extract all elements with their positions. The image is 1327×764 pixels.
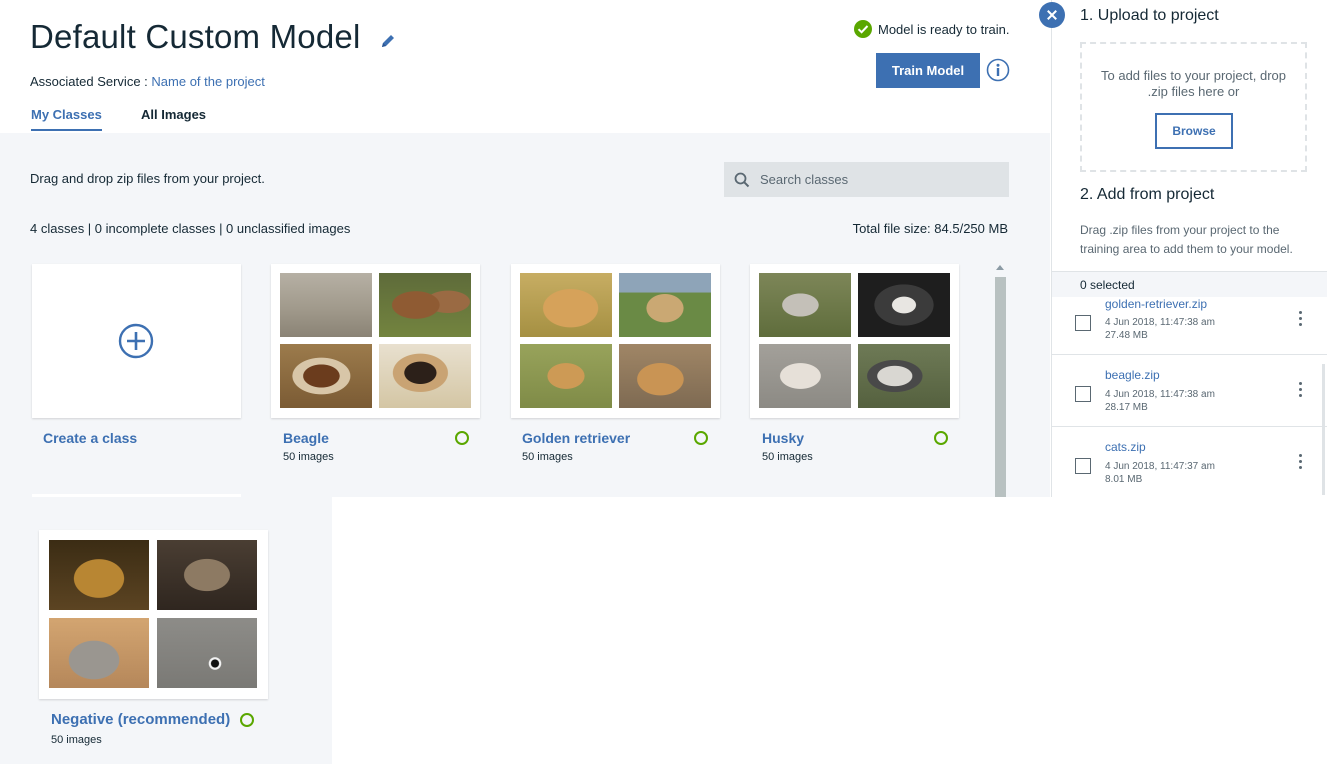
kebab-menu-icon[interactable] bbox=[1292, 309, 1308, 329]
cat-thumbnail bbox=[49, 618, 149, 688]
beagle-thumbnail bbox=[379, 344, 471, 408]
beagle-thumbnail bbox=[280, 344, 372, 408]
close-icon[interactable] bbox=[1039, 2, 1065, 28]
browse-button[interactable]: Browse bbox=[1155, 113, 1233, 149]
selected-count: 0 selected bbox=[1052, 271, 1327, 297]
classes-scrollbar[interactable] bbox=[994, 263, 1006, 497]
negative-class-area: Negative (recommended) 50 images bbox=[0, 497, 332, 764]
tab-my-classes[interactable]: My Classes bbox=[31, 107, 102, 131]
upload-step-title: 1. Upload to project bbox=[1080, 7, 1219, 24]
class-name-negative[interactable]: Negative (recommended) bbox=[51, 711, 230, 728]
drag-hint: Drag and drop zip files from your projec… bbox=[30, 171, 265, 186]
husky-thumbnail bbox=[759, 273, 851, 337]
file-checkbox[interactable] bbox=[1075, 315, 1091, 331]
classes-area: Drag and drop zip files from your projec… bbox=[0, 133, 1050, 497]
search-box[interactable] bbox=[724, 162, 1009, 197]
scrollbar-thumb[interactable] bbox=[995, 277, 1006, 497]
class-count-beagle: 50 images bbox=[283, 451, 334, 463]
cat-thumbnail bbox=[49, 540, 149, 610]
tab-all-images[interactable]: All Images bbox=[141, 107, 206, 122]
plus-circle-icon bbox=[118, 323, 154, 359]
class-count-negative: 50 images bbox=[51, 734, 102, 746]
train-model-button[interactable]: Train Model bbox=[876, 53, 980, 88]
complete-status-icon bbox=[934, 431, 948, 445]
golden-retriever-thumbnail bbox=[520, 344, 612, 408]
cat-thumbnail bbox=[157, 618, 257, 688]
class-count-husky: 50 images bbox=[762, 451, 813, 463]
class-card-golden-retriever[interactable] bbox=[511, 264, 720, 418]
info-icon[interactable] bbox=[986, 58, 1010, 82]
cat-thumbnail bbox=[157, 540, 257, 610]
class-card-negative[interactable] bbox=[39, 530, 268, 699]
associated-service-label: Associated Service : bbox=[30, 74, 148, 89]
husky-thumbnail bbox=[759, 344, 851, 408]
upload-panel: 1. Upload to project To add files to you… bbox=[1051, 0, 1327, 497]
add-from-project-description: Drag .zip files from your project to the… bbox=[1080, 223, 1293, 256]
class-card-husky[interactable] bbox=[750, 264, 959, 418]
add-from-project-title: 2. Add from project bbox=[1080, 186, 1215, 203]
total-file-size: Total file size: 84.5/250 MB bbox=[852, 221, 1008, 236]
project-link[interactable]: Name of the project bbox=[151, 74, 264, 89]
file-name[interactable]: beagle.zip bbox=[1105, 368, 1160, 382]
file-checkbox[interactable] bbox=[1075, 386, 1091, 402]
file-date: 4 Jun 2018, 11:47:37 am bbox=[1105, 461, 1215, 472]
husky-thumbnail bbox=[858, 273, 950, 337]
file-row[interactable]: golden-retriever.zip 4 Jun 2018, 11:47:3… bbox=[1052, 297, 1327, 355]
file-size: 27.48 MB bbox=[1105, 330, 1148, 341]
complete-status-icon bbox=[240, 713, 254, 727]
complete-status-icon bbox=[455, 431, 469, 445]
complete-status-icon bbox=[694, 431, 708, 445]
kebab-menu-icon[interactable] bbox=[1292, 452, 1308, 472]
beagle-thumbnail bbox=[379, 273, 471, 337]
file-size: 8.01 MB bbox=[1105, 474, 1143, 485]
file-size: 28.17 MB bbox=[1105, 402, 1148, 413]
file-checkbox[interactable] bbox=[1075, 458, 1091, 474]
check-circle-icon bbox=[854, 20, 872, 38]
class-count-golden-retriever: 50 images bbox=[522, 451, 573, 463]
golden-retriever-thumbnail bbox=[619, 273, 711, 337]
page-title: Default Custom Model bbox=[30, 18, 361, 55]
drop-zone[interactable]: To add files to your project, drop .zip … bbox=[1080, 42, 1307, 172]
edit-icon[interactable] bbox=[379, 32, 397, 50]
kebab-menu-icon[interactable] bbox=[1292, 380, 1308, 400]
model-status: Model is ready to train. bbox=[854, 20, 1010, 38]
beagle-thumbnail bbox=[280, 273, 372, 337]
search-input[interactable] bbox=[760, 172, 1000, 187]
file-date: 4 Jun 2018, 11:47:38 am bbox=[1105, 389, 1215, 400]
search-icon bbox=[734, 172, 750, 187]
golden-retriever-thumbnail bbox=[619, 344, 711, 408]
class-name-beagle[interactable]: Beagle bbox=[283, 430, 329, 446]
create-class-label[interactable]: Create a class bbox=[43, 430, 137, 446]
status-text: Model is ready to train. bbox=[878, 21, 1010, 37]
project-file-list: golden-retriever.zip 4 Jun 2018, 11:47:3… bbox=[1052, 297, 1327, 497]
create-class-card[interactable] bbox=[32, 264, 241, 418]
husky-thumbnail bbox=[858, 344, 950, 408]
class-card-beagle[interactable] bbox=[271, 264, 480, 418]
file-row[interactable]: beagle.zip 4 Jun 2018, 11:47:38 am 28.17… bbox=[1052, 355, 1327, 427]
associated-service: Associated Service : Name of the project bbox=[30, 74, 265, 89]
class-name-golden-retriever[interactable]: Golden retriever bbox=[522, 430, 630, 446]
class-name-husky[interactable]: Husky bbox=[762, 430, 804, 446]
golden-retriever-thumbnail bbox=[520, 273, 612, 337]
file-date: 4 Jun 2018, 11:47:38 am bbox=[1105, 317, 1215, 328]
drop-zone-text: To add files to your project, drop .zip … bbox=[1101, 68, 1286, 99]
class-counts: 4 classes | 0 incomplete classes | 0 unc… bbox=[30, 221, 351, 236]
panel-scrollbar[interactable] bbox=[1322, 364, 1325, 495]
file-name[interactable]: golden-retriever.zip bbox=[1105, 297, 1207, 311]
scroll-up-arrow-icon[interactable] bbox=[996, 265, 1004, 270]
file-name[interactable]: cats.zip bbox=[1105, 440, 1146, 454]
file-row[interactable]: cats.zip 4 Jun 2018, 11:47:37 am 8.01 MB bbox=[1052, 427, 1327, 497]
